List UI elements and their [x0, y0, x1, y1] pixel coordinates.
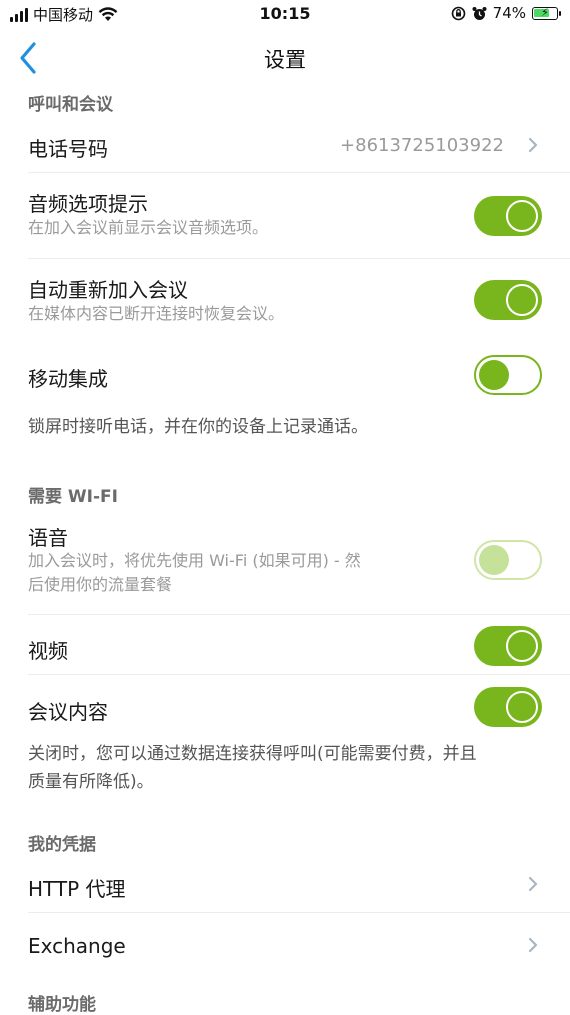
divider — [28, 614, 570, 615]
voice-description-line1: 加入会议时，将优先使用 Wi-Fi (如果可用) - 然 — [28, 551, 361, 570]
section-header-wifi: 需要 WI-FI — [28, 487, 118, 507]
auto-rejoin-description: 在媒体内容已断开连接时恢复会议。 — [28, 304, 285, 323]
rotation-lock-icon — [451, 6, 465, 20]
video-row: 视频 — [0, 616, 570, 674]
divider — [28, 258, 570, 259]
section-header-accessibility: 辅助功能 — [28, 995, 96, 1015]
mobile-integration-label: 移动集成 — [28, 367, 108, 391]
battery-percent: 74% — [492, 4, 526, 22]
audio-prompt-toggle[interactable] — [474, 196, 542, 236]
section-header-calls: 呼叫和会议 — [28, 95, 113, 115]
mobile-integration-row: 移动集成 — [0, 348, 570, 404]
audio-prompt-row: 音频选项提示 在加入会议前显示会议音频选项。 — [0, 174, 570, 258]
voice-label: 语音 — [28, 526, 68, 550]
toggle-knob — [506, 284, 538, 316]
mobile-integration-toggle[interactable] — [474, 355, 542, 395]
meeting-content-label: 会议内容 — [28, 700, 108, 724]
phone-number-row[interactable]: 电话号码 +8613725103922 — [0, 118, 570, 174]
voice-row: 语音 加入会议时，将优先使用 Wi-Fi (如果可用) - 然 后使用你的流量套… — [0, 512, 570, 612]
toggle-knob — [506, 200, 538, 232]
auto-rejoin-toggle[interactable] — [474, 280, 542, 320]
phone-number-value: +8613725103922 — [340, 135, 504, 156]
charging-bolt-icon: ⚡ — [541, 5, 549, 19]
toggle-knob — [479, 359, 509, 390]
mobile-integration-note: 锁屏时接听电话，并在你的设备上记录通话。 — [28, 417, 368, 437]
exchange-row[interactable]: Exchange — [0, 914, 570, 974]
audio-prompt-label: 音频选项提示 — [28, 192, 148, 216]
section-header-credentials: 我的凭据 — [28, 835, 96, 855]
audio-prompt-description: 在加入会议前显示会议音频选项。 — [28, 218, 269, 237]
chevron-right-icon — [528, 876, 538, 892]
battery-icon: ⚡ — [532, 5, 561, 20]
auto-rejoin-label: 自动重新加入会议 — [28, 278, 188, 302]
page-title: 设置 — [264, 48, 306, 72]
nav-bar: 设置 — [0, 30, 570, 86]
toggle-knob — [506, 630, 538, 662]
divider — [28, 912, 570, 913]
voice-description-line2: 后使用你的流量套餐 — [28, 575, 173, 594]
phone-number-label: 电话号码 — [28, 137, 108, 161]
divider — [28, 674, 570, 675]
wifi-note-line1: 关闭时，您可以通过数据连接获得呼叫(可能需要付费，并且 — [28, 744, 477, 764]
http-proxy-label: HTTP 代理 — [28, 877, 126, 901]
meeting-content-row: 会议内容 — [0, 676, 570, 736]
meeting-content-toggle[interactable] — [474, 687, 542, 727]
video-label: 视频 — [28, 639, 68, 663]
http-proxy-row[interactable]: HTTP 代理 — [0, 856, 570, 912]
status-bar: 中国移动 10:15 74% ⚡ — [0, 0, 570, 30]
auto-rejoin-row: 自动重新加入会议 在媒体内容已断开连接时恢复会议。 — [0, 260, 570, 344]
voice-toggle[interactable] — [474, 540, 542, 580]
exchange-label: Exchange — [28, 934, 126, 958]
status-right: 74% ⚡ — [451, 4, 561, 22]
toggle-knob — [479, 544, 509, 575]
chevron-right-icon — [528, 937, 538, 953]
video-toggle[interactable] — [474, 626, 542, 666]
toggle-knob — [506, 691, 538, 723]
alarm-icon — [472, 6, 487, 20]
divider — [28, 172, 570, 173]
chevron-right-icon — [528, 137, 538, 153]
wifi-note-line2: 质量有所降低)。 — [28, 772, 154, 792]
